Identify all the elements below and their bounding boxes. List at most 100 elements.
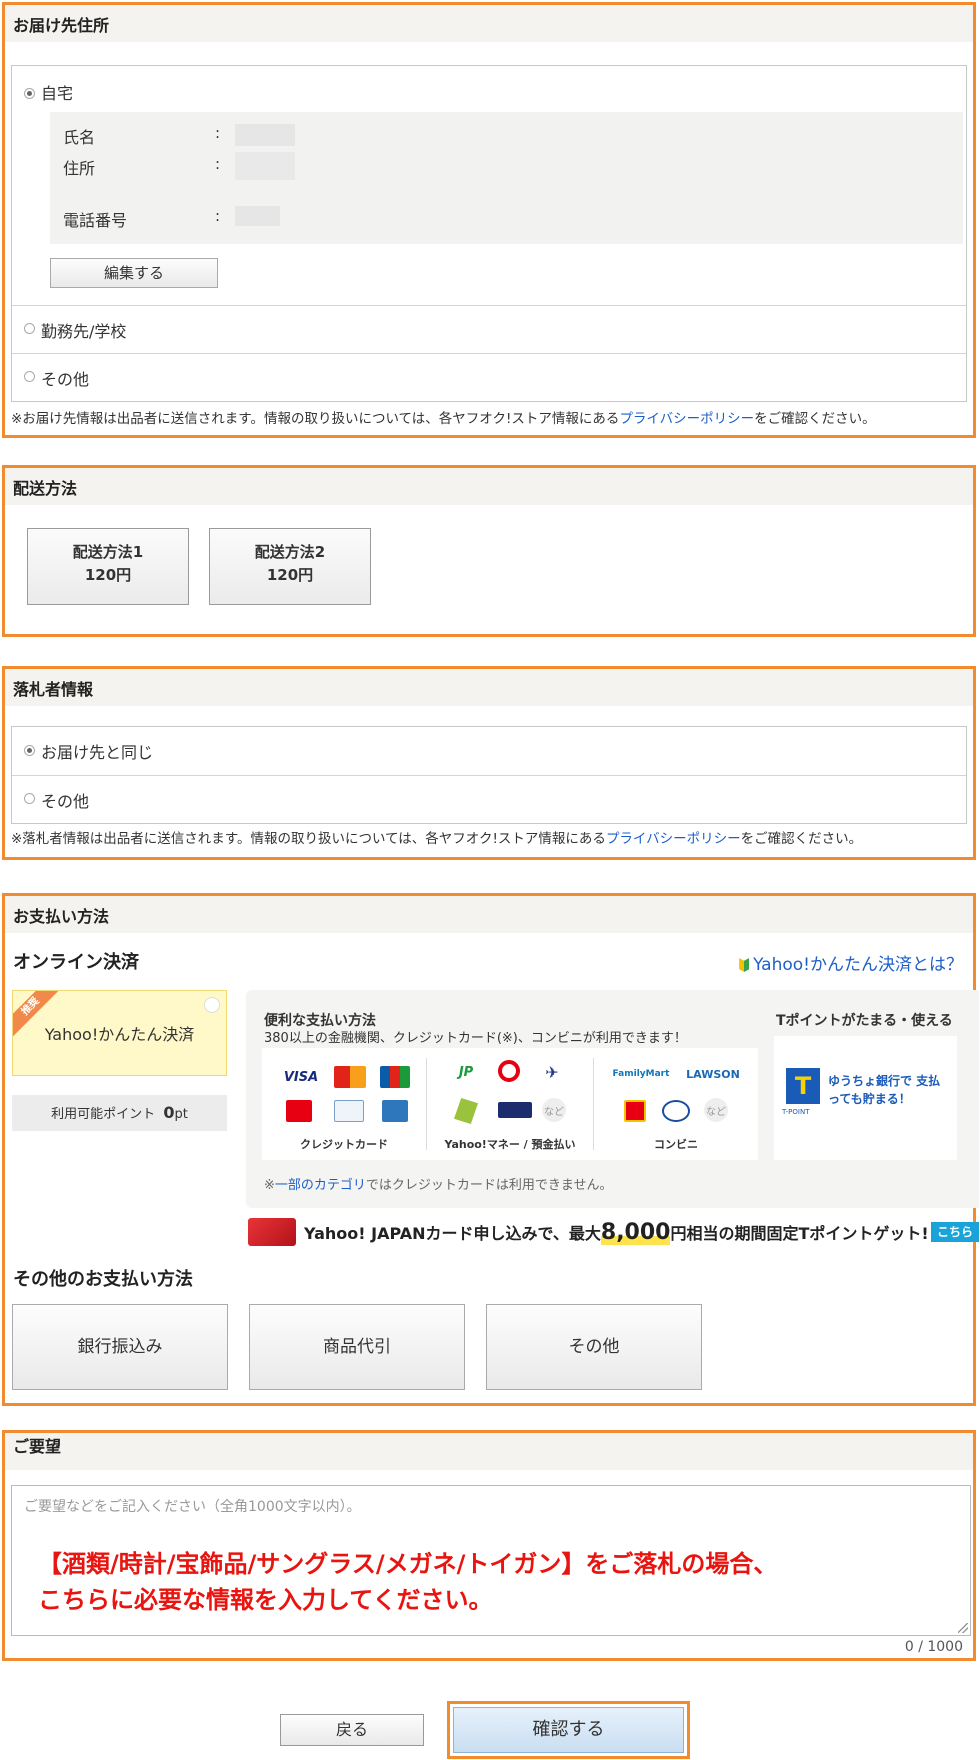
- request-highlight-line2: こちらに必要な情報を入力してください。: [38, 1586, 493, 1614]
- easy-pay-option[interactable]: 推奨 Yahoo!かんたん決済: [12, 990, 227, 1076]
- request-highlight-line1: 【酒類/時計/宝飾品/サングラス/メガネ/トイガン】をご落札の場合、: [38, 1550, 778, 1578]
- tpoint-title: Tポイントがたまる・使える: [776, 1013, 953, 1029]
- delivery-privacy-note: ※お届け先情報は出品者に送信されます。情報の取り扱いについては、各ヤフオク!スト…: [5, 402, 973, 431]
- jp-bank-logo: JP: [458, 1064, 474, 1080]
- payment-logos-box: VISA クレジットカード JP ✈ など Yahoo!マネー / 預金払い F…: [262, 1048, 758, 1160]
- amex-logo: [382, 1100, 408, 1122]
- tpoint-promo: ゆうちょ銀行で 支払っても貯まる！: [828, 1074, 941, 1106]
- phone-value-masked: [235, 206, 280, 226]
- confirm-button[interactable]: 確認する: [453, 1707, 684, 1753]
- shipping-method-title: 配送方法: [5, 468, 973, 505]
- circlek-logo: [624, 1100, 646, 1122]
- radio-home[interactable]: 自宅: [24, 80, 73, 104]
- familymart-logo: FamilyMart: [612, 1069, 670, 1079]
- edit-address-button[interactable]: 編集する: [50, 258, 218, 288]
- back-button[interactable]: 戻る: [280, 1714, 424, 1746]
- work-label: 勤務先/学校: [41, 321, 127, 341]
- radio-unchecked-icon: [24, 323, 35, 334]
- phone-colon: :: [215, 207, 221, 225]
- easy-pay-label: Yahoo!かんたん決済: [44, 1025, 195, 1044]
- what-is-link-text: Yahoo!かんたん決済とは？: [753, 955, 963, 975]
- points-value: 0: [163, 1103, 175, 1122]
- delivery-address-section: お届け先住所 自宅 氏名 : 住所 : 電話番号 : 編集する 勤務先/学校 そ…: [2, 2, 976, 438]
- radio-checked-icon: [24, 88, 35, 99]
- phone-label: 電話番号: [63, 211, 128, 230]
- note-text: ※落札者情報は出品者に送信されます。情報の取り扱いについては、各ヤフオク!ストア…: [11, 831, 606, 847]
- convenience-caption: コンビニ: [654, 1138, 698, 1151]
- mizuho-logo: [498, 1060, 520, 1082]
- banner-amount: 8,000: [600, 1220, 671, 1245]
- request-title: ご要望: [5, 1433, 973, 1470]
- resize-handle-icon[interactable]: [958, 1623, 968, 1633]
- bank-transfer-button[interactable]: 銀行振込み: [12, 1304, 228, 1390]
- other-payment-title: その他のお支払い方法: [13, 1269, 193, 1290]
- delivery-address-title: お届け先住所: [5, 5, 973, 42]
- money-caption: Yahoo!マネー / 預金払い: [444, 1138, 576, 1151]
- shipping-option-price: 120円: [84, 566, 132, 584]
- shipping-option-2[interactable]: 配送方法2 120円: [209, 528, 371, 605]
- request-placeholder: ご要望などをご記入ください（全角1000文字以内）。: [24, 1499, 361, 1515]
- shipping-option-name: 配送方法2: [254, 543, 326, 561]
- radio-delivery-other[interactable]: その他: [12, 353, 966, 401]
- banner-link-text: こちら: [936, 1225, 973, 1239]
- delivery-option-home: 自宅 氏名 : 住所 : 電話番号 : 編集する: [12, 66, 966, 305]
- radio-work-school[interactable]: 勤務先/学校: [12, 305, 966, 353]
- bidder-options: お届け先と同じ その他: [11, 726, 967, 824]
- privacy-policy-link[interactable]: プライバシーポリシー: [606, 831, 741, 847]
- shipping-option-name: 配送方法1: [72, 543, 144, 561]
- etc-badge: など: [704, 1098, 728, 1122]
- name-label: 氏名: [63, 128, 96, 147]
- card-icon: [248, 1218, 296, 1246]
- request-section: ご要望 ご要望などをご記入ください（全角1000文字以内）。 【酒類/時計/宝飾…: [2, 1430, 976, 1661]
- address-value-masked: [235, 152, 295, 180]
- tpoint-logo: T: [786, 1068, 820, 1104]
- points-unit: pt: [174, 1107, 188, 1122]
- shipping-method-section: 配送方法 配送方法1 120円 配送方法2 120円: [2, 465, 976, 637]
- privacy-policy-link[interactable]: プライバシーポリシー: [619, 411, 754, 427]
- address-colon: :: [215, 155, 221, 173]
- char-counter: 0 / 1000: [904, 1639, 963, 1655]
- delivery-options: 自宅 氏名 : 住所 : 電話番号 : 編集する 勤務先/学校 その他: [11, 65, 967, 402]
- payment-method-title: お支払い方法: [5, 896, 973, 933]
- ministop-logo: [662, 1100, 690, 1122]
- convenient-payment-panel: 便利な支払い方法 380以上の金融機関、クレジットカード(※)、コンビニが利用で…: [246, 990, 979, 1208]
- beginner-mark-icon: [739, 958, 750, 972]
- shipping-option-price: 120円: [266, 566, 314, 584]
- etc-badge: など: [542, 1098, 566, 1122]
- shipping-option-1[interactable]: 配送方法1 120円: [27, 528, 189, 605]
- radio-same-as-delivery[interactable]: お届け先と同じ: [12, 727, 966, 775]
- tpoint-logo-text: T-POINT: [782, 1108, 810, 1116]
- name-colon: :: [215, 124, 221, 142]
- resona-logo: [498, 1102, 532, 1118]
- yahoo-card-banner[interactable]: Yahoo! JAPANカード申し込みで、最大8,000円相当の期間固定Tポイン…: [248, 1216, 979, 1248]
- available-points: 利用可能ポイント 0pt: [12, 1095, 227, 1131]
- online-payment-title: オンライン決済: [13, 952, 139, 973]
- bidder-privacy-note: ※落札者情報は出品者に送信されます。情報の取り扱いについては、各ヤフオク!ストア…: [5, 824, 973, 851]
- recommend-badge-text: 推奨: [19, 995, 42, 1018]
- some-categories-link[interactable]: 一部のカテゴリ: [275, 1178, 366, 1193]
- radio-checked-icon: [24, 744, 35, 756]
- banner-prefix: Yahoo! JAPANカード申し込みで、最大: [304, 1224, 601, 1243]
- lawson-logo: LAWSON: [686, 1067, 740, 1081]
- request-textarea[interactable]: ご要望などをご記入ください（全角1000文字以内）。 【酒類/時計/宝飾品/サン…: [11, 1485, 971, 1636]
- bidder-info-title: 落札者情報: [5, 669, 973, 706]
- note-text: をご確認ください。: [754, 411, 876, 427]
- credit-caption: クレジットカード: [300, 1138, 388, 1151]
- points-label: 利用可能ポイント: [51, 1107, 156, 1122]
- check-icon: [204, 997, 220, 1013]
- banner-link-button[interactable]: こちら: [931, 1222, 979, 1242]
- what-is-easy-pay-link[interactable]: Yahoo!かんたん決済とは？: [739, 950, 963, 975]
- bank-logo: ✈: [545, 1062, 559, 1082]
- other-payment-button[interactable]: その他: [486, 1304, 702, 1390]
- confirm-button-outline: 確認する: [447, 1701, 690, 1759]
- radio-bidder-other[interactable]: その他: [12, 775, 966, 823]
- credit-card-note: ※一部のカテゴリではクレジットカードは利用できません。: [264, 1174, 613, 1193]
- mastercard-logo: [334, 1066, 366, 1088]
- yahoo-card-logo: [286, 1100, 312, 1122]
- cash-on-delivery-button[interactable]: 商品代引: [249, 1304, 465, 1390]
- jcb-logo: [380, 1066, 410, 1088]
- name-value-masked: [235, 124, 295, 146]
- address-detail-panel: 氏名 : 住所 : 電話番号 :: [50, 112, 963, 244]
- payment-method-section: お支払い方法 オンライン決済 Yahoo!かんたん決済とは？ 推奨 Yahoo!…: [2, 893, 979, 1406]
- visa-logo: VISA: [283, 1069, 319, 1085]
